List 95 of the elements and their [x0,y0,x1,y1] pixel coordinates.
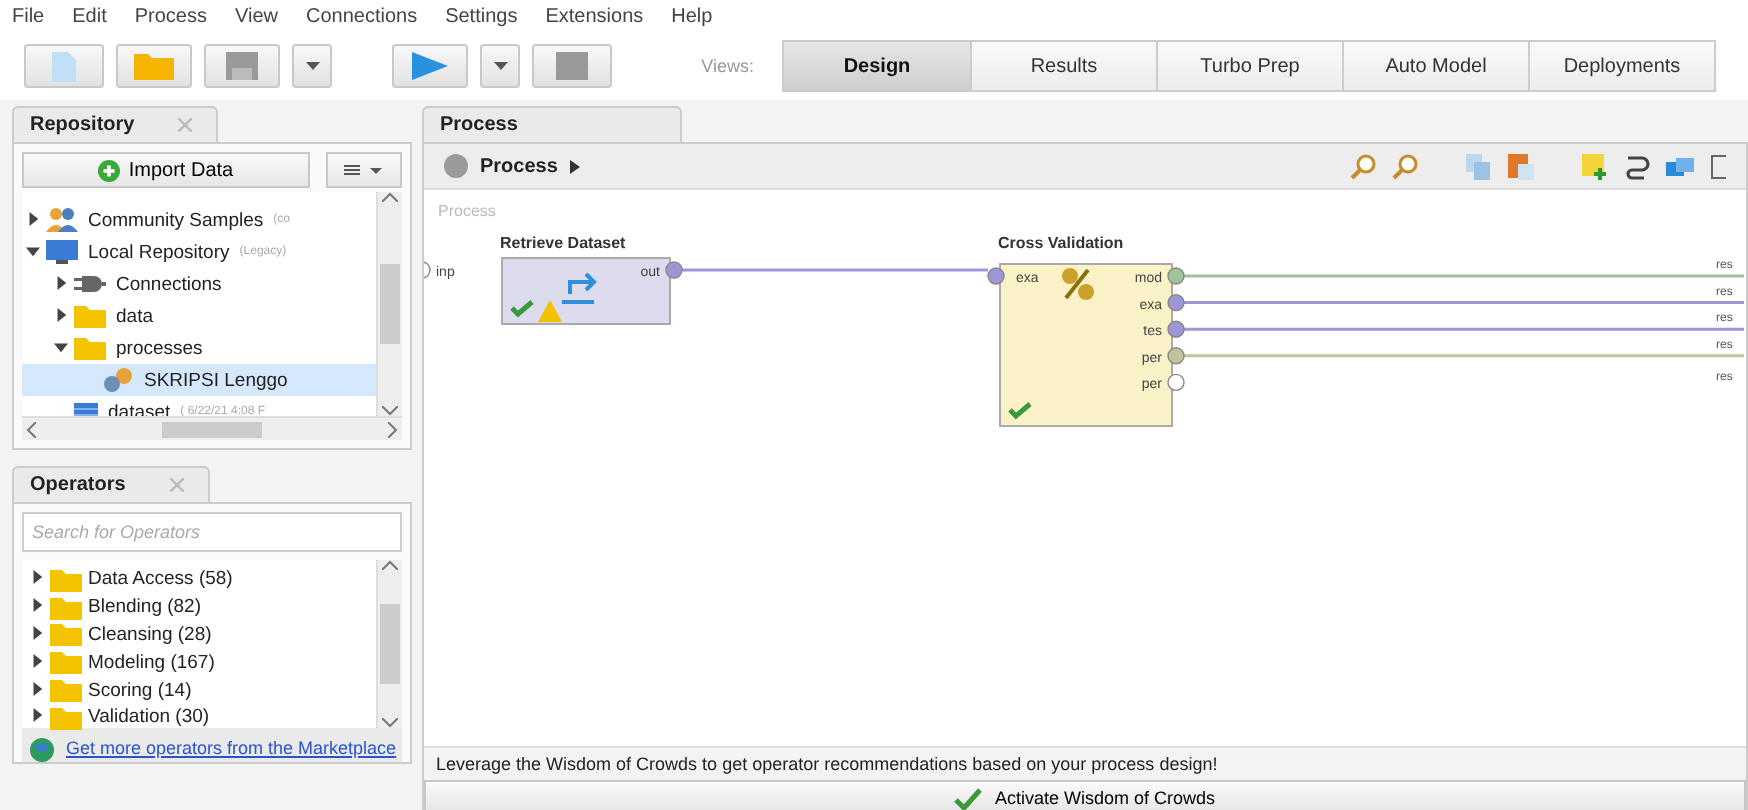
menu-item[interactable]: Connections [305,5,418,27]
check-icon [510,300,534,318]
retrieve-icon [560,272,597,304]
stop-button[interactable] [532,44,612,88]
dropdown-button[interactable] [480,44,520,88]
expanded-arrow-icon[interactable] [26,243,40,257]
recommendation-hint: Leverage the Wisdom of Crowds to get operator recommendations based on your process design! [424,746,1746,780]
operator-group[interactable]: Modeling (167) [22,648,376,677]
collapsed-arrow-icon[interactable] [54,275,68,289]
save-button[interactable] [204,44,280,88]
menu-item[interactable]: File [12,5,45,27]
breadcrumb[interactable]: Process [480,155,558,177]
view-tab[interactable]: Design [784,42,970,90]
warning-icon [538,300,562,322]
caret-icon [305,62,319,70]
menu-item[interactable]: Extensions [545,5,644,27]
monitor-icon [46,240,78,264]
operator-box[interactable] [501,257,671,325]
menu-item[interactable]: View [234,5,278,27]
panel-tab[interactable]: Repository [12,106,219,142]
operator-group[interactable]: Scoring (14) [22,676,376,704]
folder-icon [50,678,82,703]
percent-gears-icon [1062,268,1094,300]
scrollbar[interactable] [22,416,402,440]
operator-group[interactable]: Data Access (58) [22,566,376,594]
paste-icon[interactable] [1508,153,1534,179]
view-tab[interactable]: Auto Model [1342,42,1528,90]
globe-icon [30,738,54,762]
zoom-in-icon[interactable] [1350,153,1376,179]
stop-icon [556,52,588,80]
output-port[interactable] [1167,267,1185,285]
plus-icon [98,159,121,181]
view-tab[interactable]: Turbo Prep [1156,42,1342,90]
expanded-arrow-icon[interactable] [54,339,68,353]
frame-icon[interactable] [1710,153,1726,179]
note-icon[interactable] [1582,153,1608,179]
operator-title: Cross Validation [998,234,1124,252]
folder-icon [74,336,106,360]
tree-item[interactable]: Connections [22,268,376,300]
scrollbar[interactable] [376,192,402,416]
document-icon [52,51,76,81]
scrollbar[interactable] [376,560,402,728]
import-data-button[interactable]: Import Data [22,152,310,188]
input-port[interactable] [424,261,431,279]
zoom-out-icon[interactable] [1392,153,1418,179]
output-port[interactable] [1167,293,1185,312]
panel-tab[interactable]: Process [422,106,682,142]
run-button[interactable] [392,44,468,88]
views-label: Views: [701,56,754,76]
circle-icon [444,154,468,178]
activate-wisdom-button[interactable]: Activate Wisdom of Crowds [424,780,1746,810]
check-icon [954,787,983,809]
tree-item[interactable]: processes [22,332,376,364]
tree-item[interactable]: data [22,300,376,332]
folder-icon [50,650,82,675]
collapsed-arrow-icon[interactable] [54,307,68,321]
input-port[interactable] [987,267,1005,285]
operator-group[interactable]: Validation (30) [22,703,376,732]
menu-item[interactable]: Edit [72,5,107,27]
output-port[interactable] [665,261,683,279]
panel-tab[interactable]: Operators [12,466,210,502]
menu-icon [344,164,384,176]
caret-icon [493,62,507,70]
tree-item[interactable]: SKRIPSI Lenggo [22,364,376,396]
menu-item[interactable]: Settings [445,5,518,27]
canvas-label: Process [438,202,496,220]
folder-icon [50,567,82,592]
chevron-icon[interactable] [569,159,580,173]
view-tab[interactable]: Deployments [1528,42,1714,90]
operator-group[interactable]: Blending (82) [22,593,376,622]
menu-button[interactable] [326,152,402,188]
folder-icon [74,304,106,328]
search-field[interactable]: Search for Operators [22,512,402,552]
output-port[interactable] [1167,373,1185,392]
collapsed-arrow-icon[interactable] [26,211,40,225]
folder-icon [50,622,82,647]
operator-box[interactable] [999,263,1173,427]
blocks-icon[interactable] [1666,153,1694,179]
output-port[interactable] [1167,320,1185,338]
floppy-icon [226,52,258,80]
folder-icon [134,52,174,80]
plug-icon [74,272,106,296]
operator-title: Retrieve Dataset [500,234,626,252]
people-icon [46,208,78,232]
dropdown-button[interactable] [292,44,332,88]
menu-item[interactable]: Help [671,5,713,27]
output-port[interactable] [1167,347,1185,365]
plug-icon[interactable] [1624,153,1650,179]
menu-item[interactable]: Process [134,5,207,27]
view-tab[interactable]: Results [970,42,1156,90]
check-icon [1008,402,1032,420]
folder-icon [50,595,82,620]
play-icon [412,52,448,80]
gears-icon [102,368,134,392]
operator-group[interactable]: Cleansing (28) [22,621,376,649]
